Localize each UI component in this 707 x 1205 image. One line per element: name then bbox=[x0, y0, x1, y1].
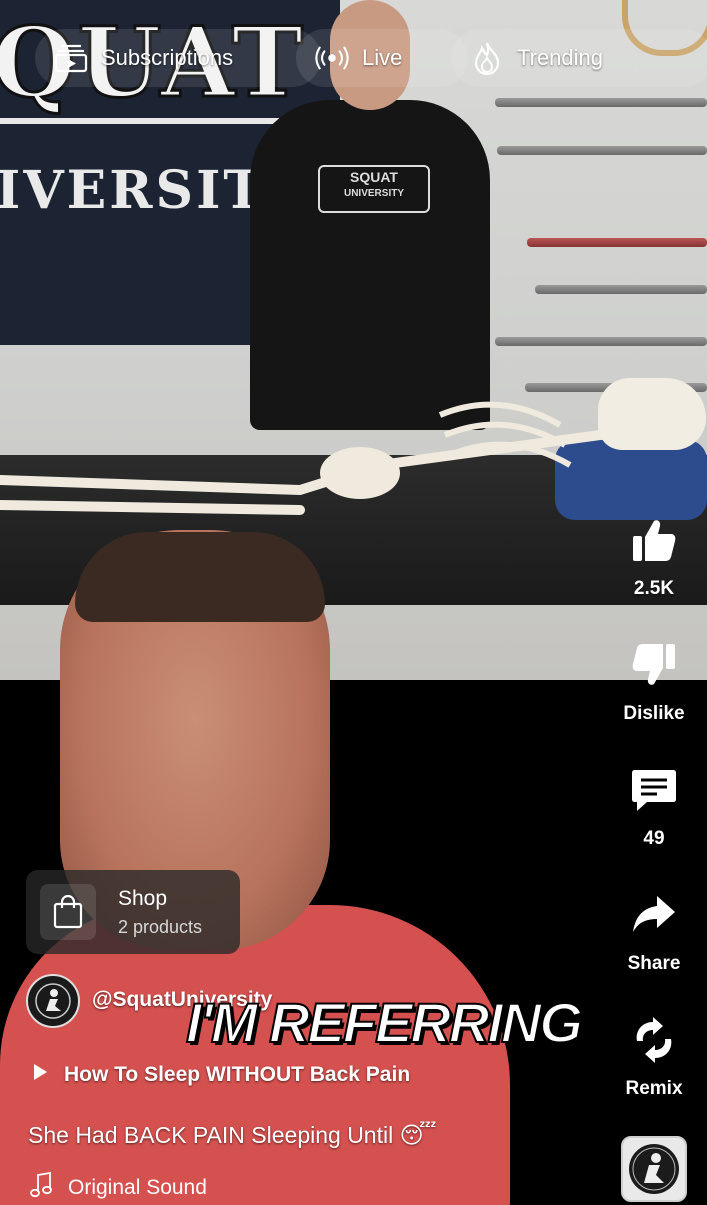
shop-product-count: 2 products bbox=[118, 916, 203, 937]
thumbs-up-icon bbox=[631, 517, 677, 568]
shop-title: Shop bbox=[118, 886, 168, 910]
share-button[interactable]: Share bbox=[610, 892, 698, 975]
comment-icon bbox=[631, 767, 677, 818]
live-broadcast-icon bbox=[314, 42, 350, 74]
shirt-logo: SQUAT UNIVERSITY bbox=[318, 165, 430, 213]
comments-button[interactable]: 49 bbox=[610, 767, 698, 850]
nav-subscriptions[interactable]: Subscriptions bbox=[35, 29, 321, 87]
remix-button[interactable]: Remix bbox=[610, 1017, 698, 1100]
like-button[interactable]: 2.5K bbox=[610, 517, 698, 600]
remix-icon bbox=[631, 1017, 677, 1068]
playlist-title: How To Sleep WITHOUT Back Pain bbox=[64, 1063, 411, 1086]
barbell-rack-bar bbox=[497, 146, 707, 155]
remix-label: Remix bbox=[625, 1078, 683, 1099]
shop-products-card[interactable]: Shop 2 products bbox=[26, 870, 240, 954]
shirt-logo-line1: SQUAT bbox=[350, 169, 398, 185]
skull-model bbox=[598, 378, 706, 450]
barbell-rack-bar bbox=[495, 98, 707, 107]
share-label: Share bbox=[627, 953, 681, 974]
share-arrow-icon bbox=[631, 892, 677, 943]
music-note-icon bbox=[30, 1171, 52, 1204]
nav-live[interactable]: Live bbox=[296, 29, 468, 87]
like-count: 2.5K bbox=[633, 578, 675, 599]
video-title[interactable]: She Had BACK PAIN Sleeping Until 😴 bbox=[28, 1122, 437, 1149]
subscriptions-icon bbox=[53, 42, 89, 74]
dislike-label: Dislike bbox=[623, 703, 685, 724]
flame-icon bbox=[469, 42, 505, 75]
barbell-rack-bar bbox=[495, 337, 707, 346]
nav-trending-label: Trending bbox=[517, 45, 604, 70]
play-icon bbox=[30, 1062, 50, 1088]
dislike-button[interactable]: Dislike bbox=[610, 642, 698, 725]
sound-name: Original Sound bbox=[68, 1176, 207, 1199]
nav-trending[interactable]: Trending bbox=[451, 29, 707, 87]
banner-text-line2: IVERSIT bbox=[0, 160, 266, 221]
sound-thumbnail[interactable] bbox=[621, 1136, 687, 1202]
shopping-bag-icon bbox=[40, 884, 96, 940]
thumbs-down-icon bbox=[631, 642, 677, 693]
channel-avatar[interactable] bbox=[26, 974, 80, 1028]
sound-link[interactable]: Original Sound bbox=[30, 1171, 207, 1204]
nav-live-label: Live bbox=[362, 45, 403, 70]
shirt-logo-line2: UNIVERSITY bbox=[343, 188, 404, 199]
comment-count: 49 bbox=[643, 828, 665, 849]
presenter-body bbox=[250, 100, 490, 430]
nav-subscriptions-label: Subscriptions bbox=[101, 45, 234, 70]
video-caption-overlay: I'M REFERRING bbox=[185, 990, 584, 1055]
presenter-hair bbox=[75, 532, 325, 622]
barbell-rack-bar bbox=[535, 285, 707, 294]
playlist-link[interactable]: How To Sleep WITHOUT Back Pain bbox=[30, 1062, 410, 1088]
barbell-rack-bar bbox=[527, 238, 707, 247]
